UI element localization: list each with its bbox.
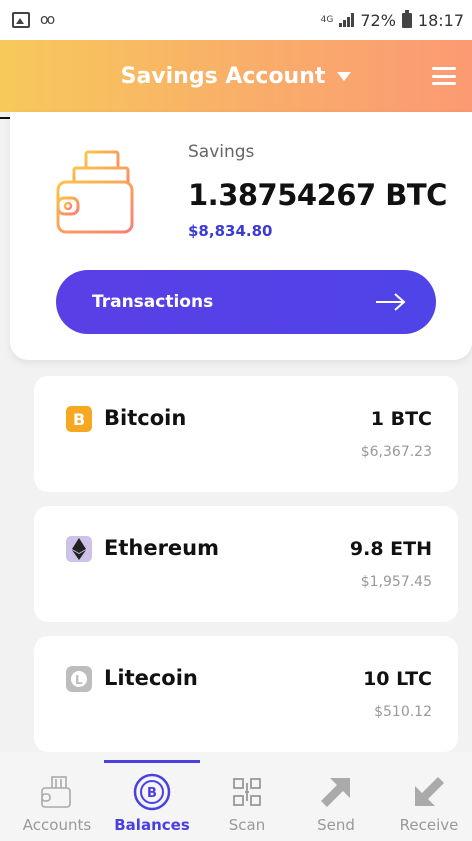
coin-card-ethereum[interactable]: Ethereum 9.8 ETH $1,957.45 xyxy=(34,506,458,622)
nav-label: Scan xyxy=(228,816,266,834)
nav-label: Receive xyxy=(399,816,459,834)
bitcoin-circle-icon: B xyxy=(133,773,171,811)
send-arrow-icon xyxy=(321,778,350,807)
ethereum-icon xyxy=(66,536,92,562)
qr-code-icon xyxy=(233,778,261,806)
coin-name: Ethereum xyxy=(104,536,220,560)
svg-text:B: B xyxy=(73,410,85,428)
wallet-icon xyxy=(41,776,71,808)
battery-percent: 72% xyxy=(360,10,396,30)
wallet-icon xyxy=(56,150,134,234)
coin-card-bitcoin[interactable]: B Bitcoin 1 BTC $6,367.23 xyxy=(34,376,458,492)
coin-amount: 10 LTC xyxy=(363,668,432,690)
active-tab-indicator xyxy=(104,760,200,763)
coin-name: Litecoin xyxy=(104,666,198,690)
menu-icon[interactable] xyxy=(432,67,456,85)
header-title: Savings Account xyxy=(120,63,326,89)
savings-card: Savings 1.38754267 BTC $8,834.80 Transac… xyxy=(10,112,472,360)
arrow-right-icon xyxy=(376,293,406,311)
nav-receive[interactable]: Receive xyxy=(386,752,472,841)
savings-label: Savings xyxy=(188,142,255,162)
bitcoin-icon: B xyxy=(66,406,92,432)
transactions-button[interactable]: Transactions xyxy=(56,270,436,334)
account-selector[interactable]: Savings Account xyxy=(121,64,352,89)
svg-text:L: L xyxy=(75,673,83,687)
receive-arrow-icon xyxy=(415,777,444,806)
coin-usd-value: $510.12 xyxy=(374,704,432,720)
nav-balances[interactable]: B Balances xyxy=(104,752,200,841)
battery-icon xyxy=(401,9,412,28)
coin-amount: 9.8 ETH xyxy=(349,538,432,560)
nav-send[interactable]: Send xyxy=(294,752,378,841)
signal-icon xyxy=(339,13,355,27)
nav-label: Accounts xyxy=(22,816,92,834)
image-notification-icon xyxy=(12,12,30,28)
svg-text:B: B xyxy=(147,786,157,801)
coin-usd-value: $6,367.23 xyxy=(360,444,432,460)
transactions-label: Transactions xyxy=(92,292,214,312)
coin-usd-value: $1,957.45 xyxy=(360,574,432,590)
coin-amount: 1 BTC xyxy=(370,408,432,430)
savings-balance: 1.38754267 BTC xyxy=(188,178,447,212)
litecoin-icon: L xyxy=(66,666,92,692)
coin-name: Bitcoin xyxy=(104,406,187,430)
nav-scan[interactable]: Scan xyxy=(200,752,294,841)
coin-card-litecoin[interactable]: L Litecoin 10 LTC $510.12 xyxy=(34,636,458,752)
bottom-nav: Accounts B Balances Scan Send Receive xyxy=(0,752,472,841)
nav-label: Balances xyxy=(114,816,190,834)
app-header: Savings Account xyxy=(0,40,472,112)
clock: 18:17 xyxy=(417,10,464,30)
network-type: 4G xyxy=(320,14,334,25)
nav-label: Send xyxy=(317,816,355,834)
savings-usd-value: $8,834.80 xyxy=(188,222,273,240)
nav-accounts[interactable]: Accounts xyxy=(10,752,104,841)
chevron-down-icon xyxy=(337,71,352,81)
voicemail-icon: oo xyxy=(40,12,55,28)
status-bar: oo 4G 72% 18:17 xyxy=(0,0,472,40)
